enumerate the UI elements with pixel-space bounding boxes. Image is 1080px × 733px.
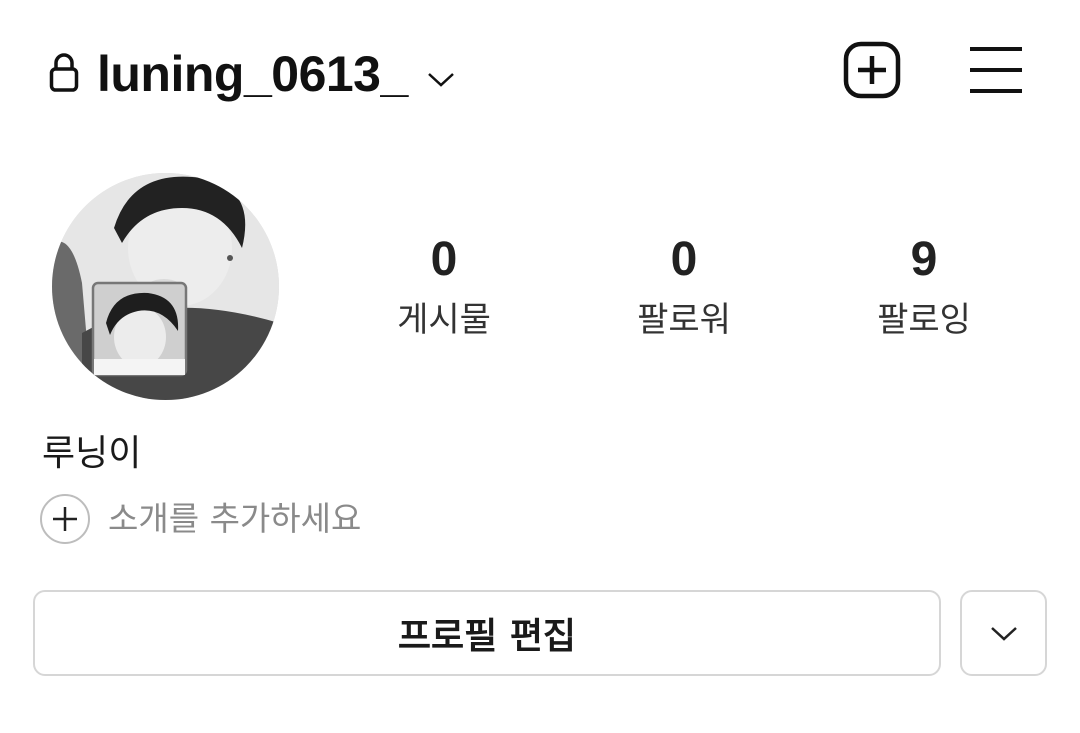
profile-header: luning_0613_ xyxy=(0,0,1080,140)
display-name: 루닝이 xyxy=(42,433,142,474)
chevron-down-icon xyxy=(990,627,1017,641)
hamburger-menu-icon xyxy=(970,47,1022,93)
posts-count-label: 게시물 xyxy=(397,300,491,340)
new-post-button[interactable] xyxy=(840,38,904,102)
lock-icon xyxy=(44,50,84,94)
edit-profile-button[interactable]: 프로필 편집 xyxy=(33,590,941,676)
profile-photo xyxy=(52,173,279,400)
edit-profile-label: 프로필 편집 xyxy=(397,616,577,657)
followers-count-label: 팔로워 xyxy=(637,300,731,340)
username[interactable]: luning_0613_ xyxy=(97,38,408,110)
followers-count[interactable]: 0 팔로워 xyxy=(584,228,784,344)
following-count[interactable]: 9 팔로잉 xyxy=(824,228,1024,344)
followers-count-value: 0 xyxy=(670,233,698,286)
posts-count[interactable]: 0 게시물 xyxy=(344,228,544,344)
plus-circle-icon xyxy=(40,494,90,544)
suggested-accounts-button[interactable] xyxy=(960,590,1047,676)
chevron-down-icon[interactable] xyxy=(424,64,458,94)
add-bio-label: 소개를 추가하세요 xyxy=(108,499,362,538)
avatar[interactable] xyxy=(52,173,279,400)
add-bio-button[interactable]: 소개를 추가하세요 xyxy=(40,492,361,546)
following-count-label: 팔로잉 xyxy=(877,300,971,340)
menu-button[interactable] xyxy=(964,38,1028,102)
following-count-value: 9 xyxy=(910,233,938,286)
plus-square-icon xyxy=(843,41,901,99)
posts-count-value: 0 xyxy=(430,233,458,286)
